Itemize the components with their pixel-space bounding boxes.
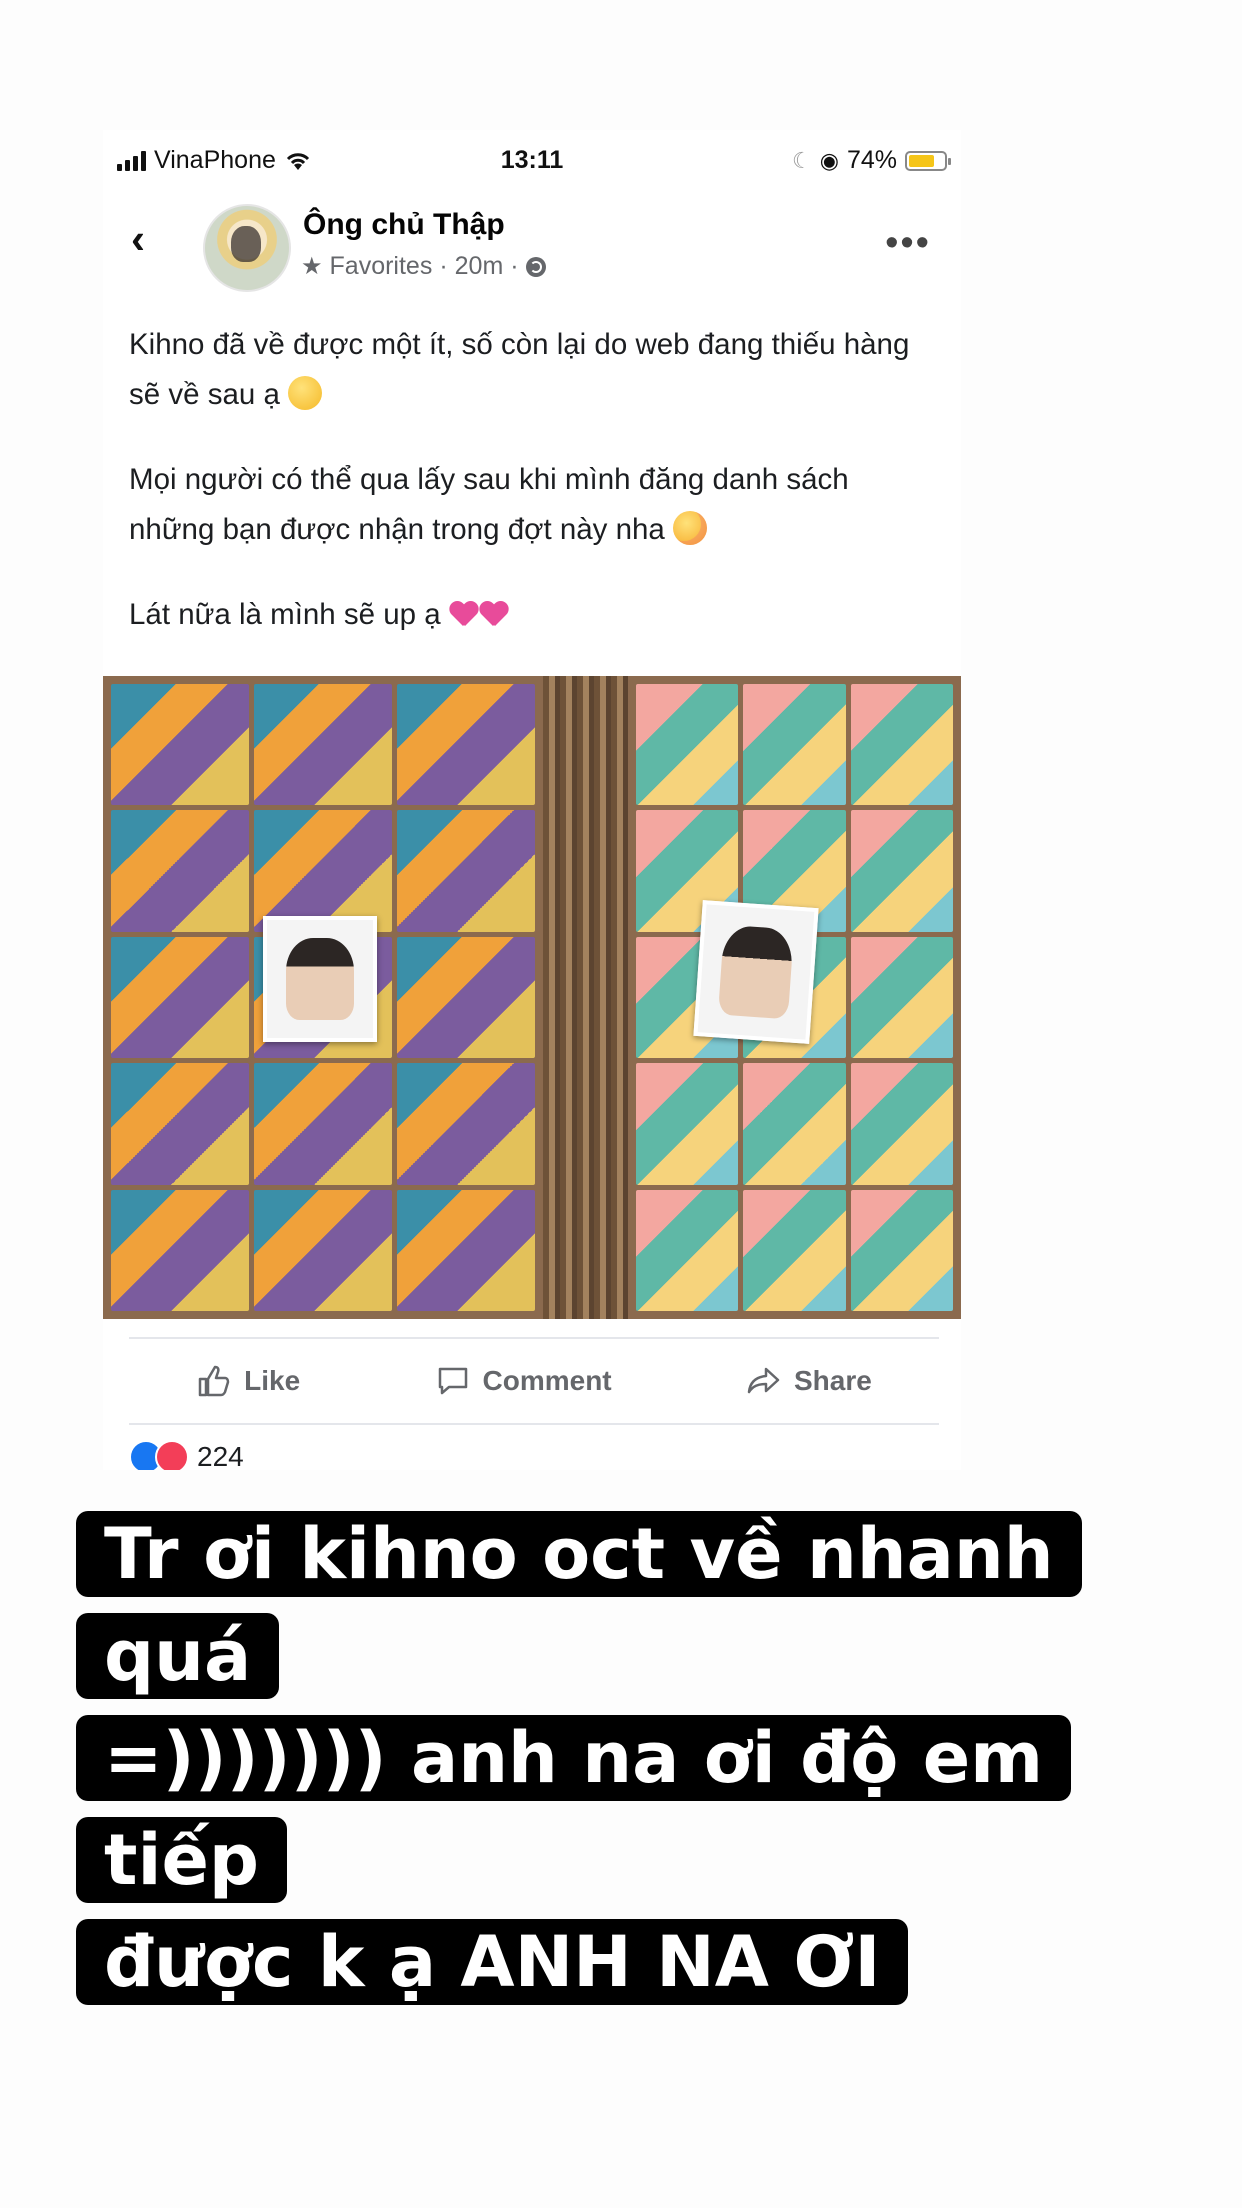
caption-line: được k ạ ANH NA ƠI bbox=[104, 1921, 881, 2003]
post-photo[interactable] bbox=[103, 676, 961, 1319]
share-arrow-icon bbox=[747, 1367, 780, 1394]
rotation-lock-icon: ◉ bbox=[819, 147, 839, 173]
post-text: Kihno đã về được một ít, số còn lại do w… bbox=[129, 320, 929, 640]
post-time[interactable]: 20m bbox=[455, 252, 504, 281]
facebook-post-screenshot: VinaPhone 13:11 ☾ ◉ 74% ‹ Ông chủ Thập ★… bbox=[103, 130, 961, 1470]
share-label: Share bbox=[793, 1365, 872, 1396]
cardboard-divider bbox=[543, 676, 628, 1319]
star-icon: ★ bbox=[301, 253, 323, 280]
comment-button[interactable]: Comment bbox=[435, 1363, 612, 1399]
smiling-hearts-emoji-icon bbox=[673, 511, 708, 545]
comment-label: Comment bbox=[482, 1365, 612, 1396]
photocard-left bbox=[263, 916, 377, 1042]
battery-percent: 74% bbox=[846, 146, 897, 174]
back-chevron-icon[interactable]: ‹ bbox=[131, 218, 145, 260]
reaction-count: 224 bbox=[197, 1441, 244, 1470]
post-paragraph: Mọi người có thể qua lấy sau khi mình đă… bbox=[129, 463, 849, 546]
like-button[interactable]: Like bbox=[196, 1363, 300, 1399]
battery-icon bbox=[905, 150, 951, 171]
thumbs-up-icon bbox=[198, 1365, 230, 1397]
post-header: ‹ Ông chủ Thập ★ Favorites · 20m · ••• bbox=[103, 200, 961, 295]
love-reaction-icon bbox=[155, 1440, 189, 1470]
globe-icon bbox=[525, 256, 546, 277]
photocard-right bbox=[693, 900, 819, 1044]
avatar[interactable] bbox=[203, 204, 291, 292]
post-paragraph: Kihno đã về được một ít, số còn lại do w… bbox=[129, 328, 910, 411]
caption-line: Tr ơi kihno oct về nhanh quá bbox=[104, 1513, 1054, 1697]
like-label: Like bbox=[244, 1365, 301, 1396]
audience-label: Favorites bbox=[329, 252, 433, 280]
status-bar: VinaPhone 13:11 ☾ ◉ 74% bbox=[103, 130, 961, 190]
share-button[interactable]: Share bbox=[746, 1363, 872, 1399]
post-actions: Like Comment Share bbox=[129, 1337, 939, 1425]
crying-face-emoji-icon bbox=[288, 376, 323, 410]
caption-line: =))))))) anh na ơi độ em tiếp bbox=[104, 1717, 1044, 1901]
two-hearts-emoji-icon bbox=[479, 602, 509, 628]
two-hearts-emoji-icon bbox=[449, 602, 479, 628]
post-paragraph: Lát nữa là mình sẽ up ạ bbox=[129, 598, 441, 631]
reaction-summary[interactable]: 224 bbox=[129, 1440, 244, 1470]
moon-icon: ☾ bbox=[792, 147, 812, 173]
author-name[interactable]: Ông chủ Thập bbox=[303, 208, 505, 242]
comment-icon bbox=[438, 1367, 467, 1395]
story-caption: Tr ơi kihno oct về nhanh quá =))))))) anh… bbox=[76, 1503, 1186, 2013]
more-options-icon[interactable]: ••• bbox=[885, 224, 931, 262]
post-meta: ★ Favorites · 20m · bbox=[301, 252, 546, 281]
